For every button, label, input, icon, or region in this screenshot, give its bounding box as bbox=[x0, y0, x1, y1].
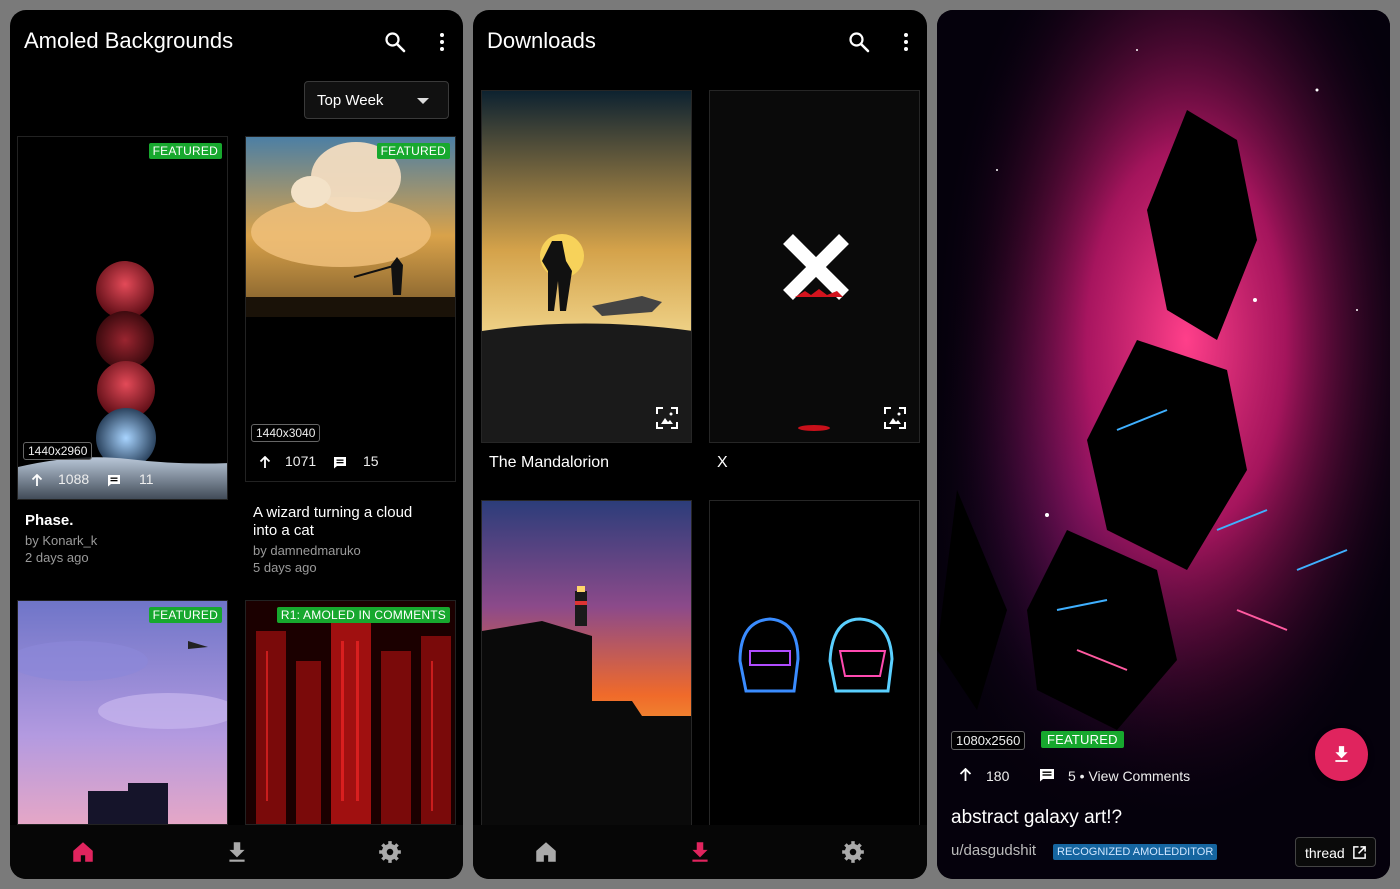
screen-detail: 1080x2560 FEATURED 180 5 • View Comments… bbox=[937, 10, 1390, 879]
download-icon[interactable] bbox=[224, 839, 250, 865]
lighthouse-artwork bbox=[482, 501, 691, 852]
post-title: abstract galaxy art!? bbox=[951, 807, 1123, 828]
download-icon[interactable] bbox=[687, 839, 713, 865]
comment-icon[interactable] bbox=[107, 474, 121, 487]
post-thumbnail[interactable] bbox=[17, 600, 228, 825]
download-item[interactable]: The Mandalorion bbox=[481, 90, 692, 490]
post-author: by damnedmaruko bbox=[253, 543, 361, 558]
resolution-badge: 1440x3040 bbox=[251, 424, 321, 442]
upvote-count: 1088 bbox=[58, 471, 90, 487]
view-comments-link[interactable]: 5 • View Comments bbox=[1068, 768, 1190, 784]
download-name: X bbox=[717, 454, 728, 471]
post-author: by Konark_k bbox=[25, 533, 98, 548]
upvote-count: 1071 bbox=[285, 453, 317, 469]
bottom-nav bbox=[473, 825, 927, 879]
post-title-line2: into a cat bbox=[253, 522, 314, 539]
settings-icon[interactable] bbox=[840, 839, 866, 865]
rule-badge: R1: AMOLED IN COMMENTS bbox=[276, 607, 450, 623]
resolution-badge: 1080x2560 bbox=[951, 731, 1026, 750]
set-wallpaper-icon[interactable] bbox=[883, 406, 907, 430]
upvote-icon[interactable] bbox=[959, 768, 972, 782]
post-card[interactable]: FEATURED 1440x3040 1071 15 A wizard turn… bbox=[245, 136, 456, 586]
screen-feed: Amoled Backgrounds Top Week FEATURED 144… bbox=[10, 10, 463, 879]
chevron-down-icon bbox=[417, 98, 429, 104]
app-bar: Amoled Backgrounds bbox=[10, 10, 463, 74]
comment-icon[interactable] bbox=[1039, 768, 1055, 782]
search-icon[interactable] bbox=[383, 30, 407, 54]
post-author[interactable]: u/dasgudshit bbox=[951, 842, 1036, 859]
search-icon[interactable] bbox=[847, 30, 871, 54]
home-icon[interactable] bbox=[70, 839, 96, 865]
post-card[interactable]: FEATURED bbox=[17, 600, 228, 825]
helmets-artwork bbox=[710, 501, 919, 852]
app-bar: Downloads bbox=[473, 10, 927, 74]
more-vert-icon[interactable] bbox=[899, 30, 913, 54]
resolution-badge: 1440x2960 bbox=[23, 442, 93, 460]
settings-icon[interactable] bbox=[377, 839, 403, 865]
thread-label: thread bbox=[1305, 845, 1345, 861]
thread-button[interactable]: thread bbox=[1295, 837, 1376, 867]
featured-badge: FEATURED bbox=[148, 143, 222, 159]
post-age: 5 days ago bbox=[253, 560, 317, 575]
open-external-icon bbox=[1353, 846, 1366, 859]
download-item[interactable] bbox=[709, 500, 920, 853]
wizard-artwork bbox=[246, 137, 455, 317]
x-artwork bbox=[710, 91, 919, 442]
home-icon[interactable] bbox=[533, 839, 559, 865]
sort-selected: Top Week bbox=[317, 92, 384, 109]
post-thumbnail[interactable] bbox=[245, 600, 456, 825]
post-title: Phase. bbox=[25, 512, 74, 529]
download-item[interactable] bbox=[481, 500, 692, 853]
download-thumbnail[interactable] bbox=[481, 500, 692, 853]
screen-downloads: Downloads The Mandalorion X bbox=[473, 10, 927, 879]
bottom-nav bbox=[10, 825, 463, 879]
post-card[interactable]: FEATURED 1440x2960 1088 11 Phase. by Kon… bbox=[17, 136, 228, 586]
featured-badge: FEATURED bbox=[1041, 731, 1124, 748]
download-thumbnail[interactable] bbox=[709, 90, 920, 443]
download-thumbnail[interactable] bbox=[709, 500, 920, 853]
upvote-count: 180 bbox=[986, 768, 1010, 784]
comment-icon[interactable] bbox=[333, 456, 347, 469]
post-card[interactable]: R1: AMOLED IN COMMENTS bbox=[245, 600, 456, 825]
download-fab[interactable] bbox=[1315, 728, 1368, 781]
app-title: Downloads bbox=[487, 28, 596, 53]
set-wallpaper-icon[interactable] bbox=[655, 406, 679, 430]
download-name: The Mandalorion bbox=[489, 454, 610, 471]
mandalorian-artwork bbox=[482, 91, 691, 442]
post-age: 2 days ago bbox=[25, 550, 89, 565]
sky-artwork bbox=[18, 601, 227, 824]
featured-badge: FEATURED bbox=[148, 607, 222, 623]
city-artwork bbox=[246, 601, 455, 824]
app-title: Amoled Backgrounds bbox=[24, 28, 234, 53]
comment-count: 15 bbox=[363, 453, 379, 469]
featured-badge: FEATURED bbox=[376, 143, 450, 159]
post-title-line1: A wizard turning a cloud bbox=[253, 504, 413, 521]
download-icon bbox=[1335, 746, 1348, 762]
comment-count: 11 bbox=[139, 471, 154, 487]
download-item[interactable]: X bbox=[709, 90, 920, 490]
upvote-icon[interactable] bbox=[31, 474, 43, 487]
user-flair: RECOGNIZED AMOLEDDITOR bbox=[1053, 844, 1218, 860]
more-vert-icon[interactable] bbox=[435, 30, 449, 54]
post-stats: 1071 15 bbox=[249, 448, 384, 476]
sort-dropdown[interactable]: Top Week bbox=[304, 81, 449, 119]
upvote-icon[interactable] bbox=[259, 456, 271, 469]
post-stats: 1088 11 bbox=[21, 466, 156, 494]
download-thumbnail[interactable] bbox=[481, 90, 692, 443]
